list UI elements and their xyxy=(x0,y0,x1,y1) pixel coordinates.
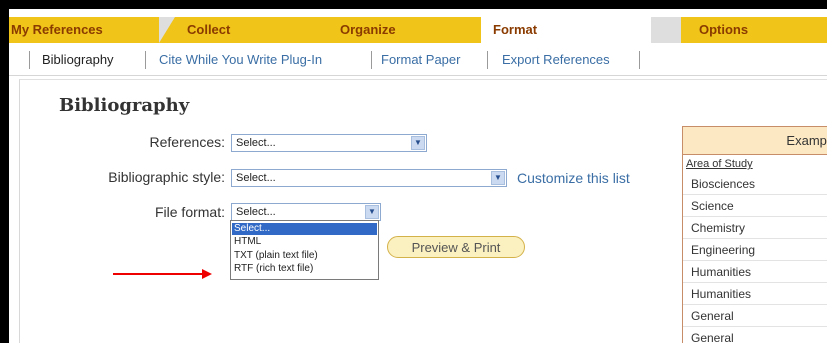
chevron-down-icon: ▼ xyxy=(365,205,379,219)
references-label: References: xyxy=(149,134,225,150)
bibliographic-style-select[interactable]: Select... ▼ xyxy=(231,169,507,187)
page-title: Bibliography xyxy=(59,95,190,116)
tab-label: Options xyxy=(699,22,749,37)
table-row: Science xyxy=(683,195,827,217)
main-tab-bar: My References Collect Organize Format Op… xyxy=(9,17,827,43)
table-row: Biosciences xyxy=(683,173,827,195)
chevron-down-icon: ▼ xyxy=(491,171,505,185)
file-format-dropdown-list: Select... HTML TXT (plain text file) RTF… xyxy=(230,220,379,280)
example-table-header: Example xyxy=(683,127,827,155)
tab-options[interactable]: Options xyxy=(699,17,827,43)
tab-my-references[interactable]: My References xyxy=(11,17,161,43)
table-row: Humanities xyxy=(683,261,827,283)
subnav-cite-while-you-write[interactable]: Cite While You Write Plug-In xyxy=(159,52,322,67)
tab-label: Format xyxy=(493,22,538,37)
style-select-value: Select... xyxy=(236,172,276,184)
subnav-export-references[interactable]: Export References xyxy=(502,52,610,67)
divider xyxy=(371,51,372,69)
annotation-arrow-icon xyxy=(202,269,212,279)
references-select[interactable]: Select... ▼ xyxy=(231,134,427,152)
file-format-label: File format: xyxy=(154,204,225,220)
file-format-select[interactable]: Select... ▼ xyxy=(231,203,381,221)
option-html[interactable]: HTML xyxy=(232,236,377,248)
divider xyxy=(487,51,488,69)
divider xyxy=(29,51,30,69)
option-txt[interactable]: TXT (plain text file) xyxy=(232,250,377,262)
tab-organize[interactable]: Organize xyxy=(340,17,470,43)
app-frame: My References Collect Organize Format Op… xyxy=(9,9,827,343)
file-format-select-value: Select... xyxy=(236,206,276,218)
subnav-bibliography[interactable]: Bibliography xyxy=(42,52,114,67)
preview-print-button[interactable]: Preview & Print xyxy=(387,236,525,258)
table-row: General xyxy=(683,327,827,343)
table-row: Engineering xyxy=(683,239,827,261)
chevron-down-icon: ▼ xyxy=(411,136,425,150)
tab-label: My References xyxy=(11,22,103,37)
table-row: Humanities xyxy=(683,283,827,305)
tab-divider xyxy=(159,17,175,43)
table-row: General xyxy=(683,305,827,327)
tab-format[interactable]: Format xyxy=(481,17,651,43)
references-select-value: Select... xyxy=(236,137,276,149)
divider xyxy=(639,51,640,69)
customize-list-link[interactable]: Customize this list xyxy=(517,170,630,186)
subnav-format-paper[interactable]: Format Paper xyxy=(381,52,460,67)
option-select[interactable]: Select... xyxy=(232,223,377,235)
annotation-arrow-line xyxy=(113,273,205,275)
sub-navigation: Bibliography Cite While You Write Plug-I… xyxy=(9,45,827,76)
divider xyxy=(145,51,146,69)
option-rtf[interactable]: RTF (rich text file) xyxy=(232,263,377,275)
example-table: Example Area of Study Biosciences Scienc… xyxy=(682,126,827,343)
tab-label: Collect xyxy=(187,22,231,37)
tab-collect[interactable]: Collect xyxy=(187,17,307,43)
bibliographic-style-label: Bibliographic style: xyxy=(108,169,225,185)
tab-label: Organize xyxy=(340,22,396,37)
table-row: Chemistry xyxy=(683,217,827,239)
tab-gap xyxy=(651,17,681,43)
area-of-study-header: Area of Study xyxy=(686,158,753,170)
